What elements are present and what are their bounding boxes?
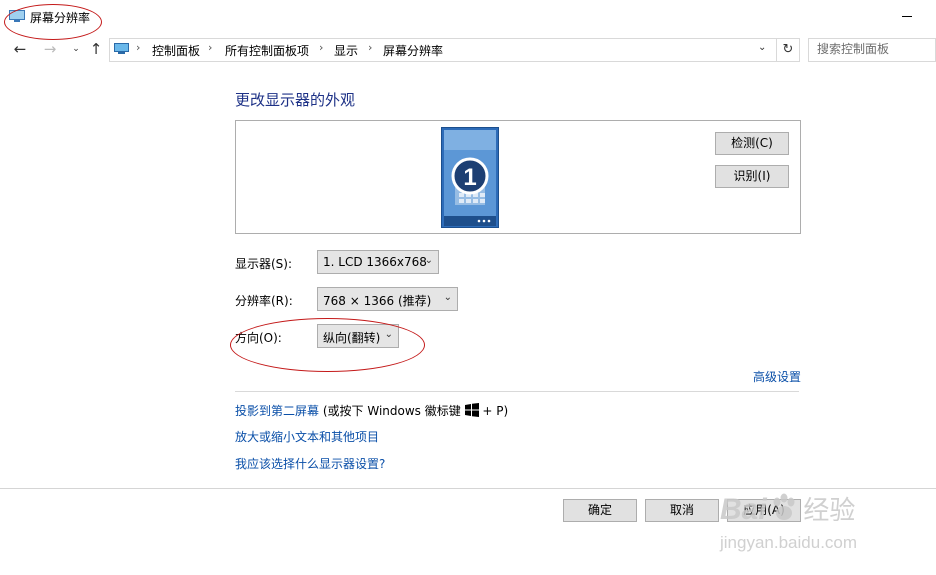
ok-button[interactable]: 确定 [563,499,637,522]
baidu-watermark: Bai 经验 [720,490,855,527]
monitor-1-icon[interactable]: 1 [441,127,499,228]
search-box[interactable] [808,38,936,62]
monitor-preview-panel: 1 检测(C) 识别(I) [235,120,801,234]
resolution-dropdown[interactable]: 768 × 1366 (推荐) ⌄ [317,287,458,311]
footer-divider [0,488,936,489]
address-dropdown-chevron-icon[interactable]: ⌄ [758,42,766,53]
help-link[interactable]: 我应该选择什么显示器设置? [235,455,385,472]
recent-locations-chevron-icon[interactable]: ⌄ [66,40,86,58]
breadcrumb-separator-icon: › [319,41,324,54]
address-bar[interactable]: › 控制面板 › 所有控制面板项 › 显示 › 屏幕分辨率 ⌄ [109,38,777,62]
breadcrumb-display[interactable]: 显示 [334,42,358,59]
display-value: 1. LCD 1366x768 [323,255,427,269]
identify-button[interactable]: 识别(I) [715,165,789,188]
forward-arrow-icon[interactable]: → [40,40,60,58]
refresh-icon[interactable]: ↻ [776,38,800,62]
back-arrow-icon[interactable]: ← [10,40,30,58]
breadcrumb-screen-resolution[interactable]: 屏幕分辨率 [383,42,443,59]
advanced-settings-link[interactable]: 高级设置 [753,368,801,385]
paw-logo-icon [773,493,795,520]
chevron-down-icon: ⌄ [443,292,452,303]
search-input[interactable] [817,39,927,59]
watermark-brand: Bai [720,493,767,526]
breadcrumb-separator-icon: › [136,41,141,54]
annotation-ellipse-title [4,4,102,40]
title-bar: 屏幕分辨率 [0,0,936,34]
breadcrumb-all-items[interactable]: 所有控制面板项 [225,42,309,59]
breadcrumb-control-panel[interactable]: 控制面板 [152,42,200,59]
project-second-screen-link[interactable]: 投影到第二屏幕 [235,404,319,418]
project-row: 投影到第二屏幕 (或按下 Windows 徽标键 + P) [235,402,508,419]
resolution-value: 768 × 1366 (推荐) [323,294,432,308]
breadcrumb-separator-icon: › [208,41,213,54]
divider [235,391,799,392]
watermark-brand-suffix: 经验 [803,495,856,525]
breadcrumb-separator-icon: › [368,41,373,54]
detect-button[interactable]: 检测(C) [715,132,789,155]
minimize-button[interactable] [895,5,919,25]
monitor-number-label: 1 [463,164,476,191]
resolution-label: 分辨率(R): [235,294,293,308]
display-label: 显示器(S): [235,257,293,271]
cancel-button[interactable]: 取消 [645,499,719,522]
display-dropdown[interactable]: 1. LCD 1366x768 ⌄ [317,250,439,274]
control-panel-icon [114,43,129,54]
watermark-url: jingyan.baidu.com [720,533,858,552]
annotation-ellipse-orientation [230,318,425,372]
project-hint-after: + P) [482,404,509,418]
project-hint-before: (或按下 Windows 徽标键 [322,404,461,418]
up-arrow-icon[interactable]: ↑ [86,40,106,58]
text-size-link[interactable]: 放大或缩小文本和其他项目 [235,428,379,445]
chevron-down-icon: ⌄ [424,255,433,266]
windows-logo-icon [464,403,479,417]
page-heading: 更改显示器的外观 [235,91,356,109]
